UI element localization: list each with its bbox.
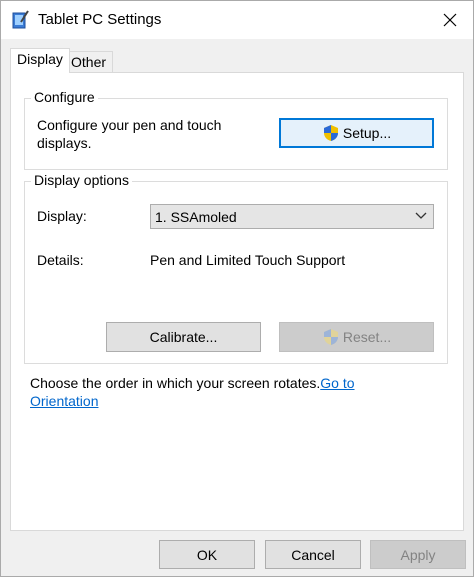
- display-select[interactable]: 1. SSAmoled: [150, 204, 434, 229]
- uac-shield-icon: [323, 329, 338, 345]
- close-icon: [443, 13, 457, 27]
- setup-button[interactable]: Setup...: [279, 118, 434, 148]
- orientation-link[interactable]: Orientation: [30, 392, 98, 410]
- configure-description-line2: displays.: [37, 135, 92, 151]
- orientation-text: Choose the order in which your screen ro…: [30, 374, 460, 392]
- setup-button-label: Setup...: [342, 125, 392, 141]
- chevron-down-icon: [415, 212, 427, 219]
- ok-button-label: OK: [196, 546, 218, 563]
- display-label: Display:: [37, 208, 87, 224]
- window-title: Tablet PC Settings: [38, 11, 162, 28]
- display-options-legend: Display options: [31, 172, 132, 188]
- reset-button-label: Reset...: [342, 329, 392, 345]
- configure-description-line1: Configure your pen and touch: [37, 117, 222, 133]
- tab-other[interactable]: Other: [65, 51, 114, 73]
- display-tab-panel: Configure Configure your pen and touch d…: [10, 72, 464, 531]
- go-to-link-part1[interactable]: Go to: [320, 375, 354, 391]
- tablet-pc-settings-window: Tablet PC Settings Display Other Configu…: [0, 0, 474, 577]
- close-button[interactable]: [427, 1, 473, 39]
- uac-shield-icon: [323, 125, 338, 141]
- reset-button[interactable]: Reset...: [279, 322, 434, 352]
- tab-display[interactable]: Display: [10, 48, 70, 73]
- tablet-pen-icon: [12, 10, 29, 29]
- cancel-button[interactable]: Cancel: [265, 540, 361, 569]
- orientation-description: Choose the order in which your screen ro…: [30, 375, 321, 391]
- apply-button[interactable]: Apply: [370, 540, 466, 569]
- display-select-value: 1. SSAmoled: [155, 208, 237, 225]
- details-value: Pen and Limited Touch Support: [150, 252, 346, 268]
- title-bar[interactable]: Tablet PC Settings: [1, 1, 473, 39]
- cancel-button-label: Cancel: [291, 546, 335, 563]
- ok-button[interactable]: OK: [159, 540, 255, 569]
- configure-legend: Configure: [31, 89, 98, 105]
- apply-button-label: Apply: [400, 546, 436, 563]
- calibrate-button[interactable]: Calibrate...: [106, 322, 261, 352]
- calibrate-button-label: Calibrate...: [149, 329, 218, 345]
- details-label: Details:: [37, 252, 84, 268]
